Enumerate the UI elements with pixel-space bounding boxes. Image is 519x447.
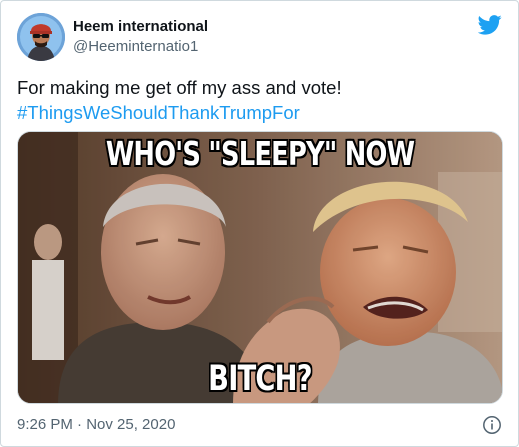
author-display-name[interactable]: Heem international: [73, 17, 208, 37]
twitter-bird-icon[interactable]: [478, 15, 502, 35]
tweet-media[interactable]: WHO'S "SLEEPY" NOW BITCH?: [17, 131, 503, 404]
meme-bottom-caption: BITCH?: [208, 359, 312, 399]
hashtag-link[interactable]: #ThingsWeShouldThankTrumpFor: [17, 100, 502, 125]
cartoon-avatar-icon: [17, 13, 65, 61]
tweet-header: Heem international @Heeminternatio1: [17, 13, 502, 63]
tweet-text: For making me get off my ass and vote! #…: [17, 75, 502, 125]
author-handle[interactable]: @Heeminternatio1: [73, 37, 208, 57]
meme-top-caption: WHO'S "SLEEPY" NOW: [105, 134, 415, 173]
tweet-card[interactable]: Heem international @Heeminternatio1 For …: [0, 0, 519, 447]
author-names: Heem international @Heeminternatio1: [73, 17, 208, 57]
info-icon[interactable]: [482, 415, 502, 435]
tweet-timestamp[interactable]: 9:26 PM · Nov 25, 2020: [17, 415, 175, 435]
tweet-body: For making me get off my ass and vote!: [17, 77, 342, 98]
avatar[interactable]: [17, 13, 65, 61]
